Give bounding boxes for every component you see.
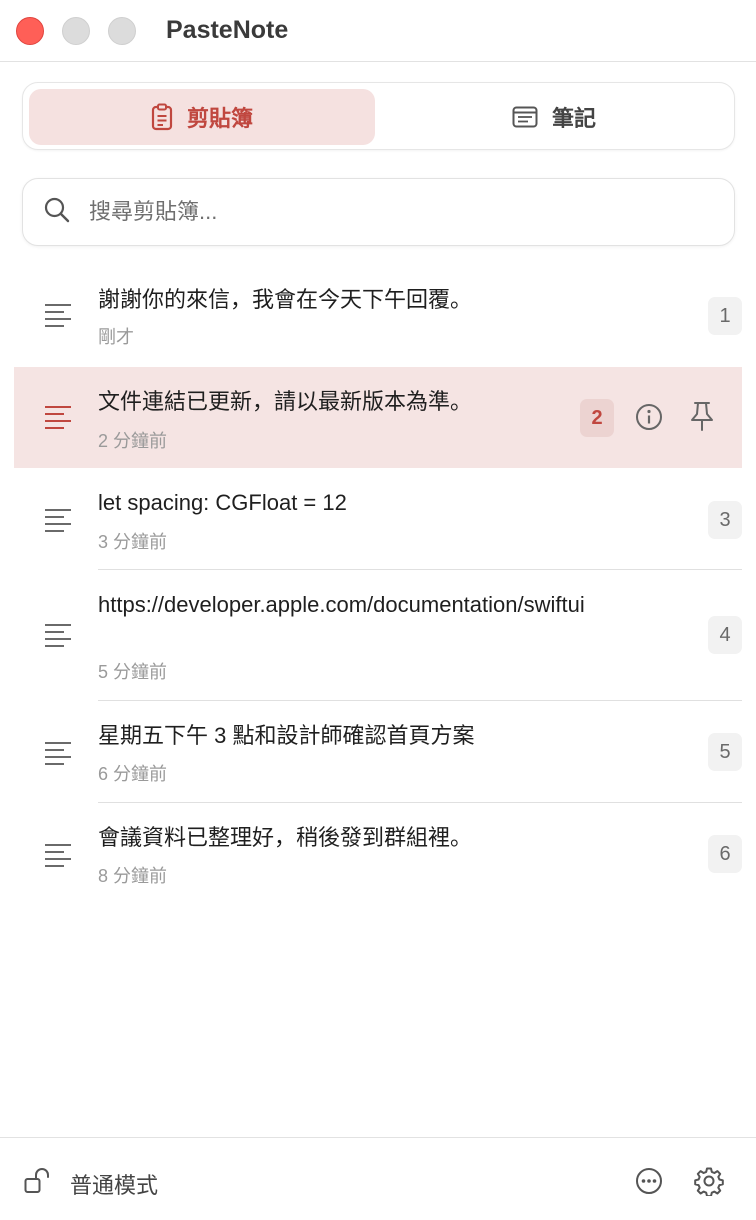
text-lines-icon bbox=[44, 741, 72, 770]
item-time: 剛才 bbox=[98, 327, 134, 347]
footer-bar: 普通模式 bbox=[0, 1137, 756, 1220]
more-icon[interactable] bbox=[635, 1167, 663, 1200]
item-title: 文件連結已更新，請以最新版本為準。 bbox=[98, 389, 473, 414]
item-title: 會議資料已整理好，稍後發到群組裡。 bbox=[98, 825, 473, 850]
tab-notes[interactable]: 筆記 bbox=[381, 89, 727, 145]
item-index-badge: 5 bbox=[708, 733, 742, 771]
item-time: 8 分鐘前 bbox=[98, 866, 168, 886]
item-index-badge: 6 bbox=[708, 835, 742, 873]
info-icon[interactable] bbox=[635, 403, 663, 436]
list-item[interactable]: 謝謝你的來信，我會在今天下午回覆。 剛才 1 bbox=[0, 265, 756, 367]
item-title: let spacing: CGFloat = 12 bbox=[98, 490, 347, 515]
list-item[interactable]: let spacing: CGFloat = 12 3 分鐘前 3 bbox=[0, 468, 756, 570]
item-index-badge: 2 bbox=[580, 399, 614, 437]
search-icon bbox=[43, 196, 71, 229]
gear-icon[interactable] bbox=[694, 1166, 724, 1201]
list-item[interactable]: 星期五下午 3 點和設計師確認首頁方案 6 分鐘前 5 bbox=[0, 701, 756, 803]
tab-switcher: 剪貼簿 筆記 bbox=[22, 82, 735, 150]
clipboard-list: 謝謝你的來信，我會在今天下午回覆。 剛才 1 文件連結已更新，請以最新版本為準。… bbox=[0, 265, 756, 905]
minimize-window-button[interactable] bbox=[62, 17, 90, 45]
title-bar: PasteNote bbox=[0, 0, 756, 62]
list-item[interactable]: https://developer.apple.com/documentatio… bbox=[0, 570, 756, 701]
item-index-badge: 4 bbox=[708, 616, 742, 654]
item-title: https://developer.apple.com/documentatio… bbox=[98, 592, 585, 617]
item-time: 2 分鐘前 bbox=[98, 431, 168, 451]
app-title: PasteNote bbox=[166, 16, 289, 44]
tab-clipboard[interactable]: 剪貼簿 bbox=[29, 89, 375, 145]
text-lines-icon bbox=[44, 843, 72, 872]
text-lines-icon bbox=[44, 508, 72, 537]
item-time: 3 分鐘前 bbox=[98, 532, 168, 552]
text-lines-icon bbox=[44, 303, 72, 332]
tab-notes-label: 筆記 bbox=[551, 106, 596, 131]
item-title: 星期五下午 3 點和設計師確認首頁方案 bbox=[98, 723, 475, 748]
close-window-button[interactable] bbox=[16, 17, 44, 45]
list-item[interactable]: 會議資料已整理好，稍後發到群組裡。 8 分鐘前 6 bbox=[0, 803, 756, 905]
mode-label[interactable]: 普通模式 bbox=[70, 1168, 158, 1200]
item-title: 謝謝你的來信，我會在今天下午回覆。 bbox=[98, 287, 473, 312]
text-lines-icon bbox=[44, 623, 72, 652]
search-input[interactable] bbox=[89, 199, 689, 225]
notes-icon bbox=[512, 106, 538, 128]
item-time: 6 分鐘前 bbox=[98, 764, 168, 784]
list-item-selected[interactable]: 文件連結已更新，請以最新版本為準。 2 分鐘前 2 bbox=[14, 367, 742, 468]
item-time: 5 分鐘前 bbox=[98, 662, 168, 682]
text-lines-icon bbox=[44, 405, 72, 434]
clipboard-icon bbox=[151, 103, 173, 131]
item-index-badge: 3 bbox=[708, 501, 742, 539]
item-index-badge: 1 bbox=[708, 297, 742, 335]
tab-clipboard-label: 剪貼簿 bbox=[186, 106, 253, 131]
pin-icon[interactable] bbox=[689, 401, 715, 436]
search-bar bbox=[22, 178, 735, 246]
zoom-window-button[interactable] bbox=[108, 17, 136, 45]
unlock-icon[interactable] bbox=[24, 1168, 50, 1199]
